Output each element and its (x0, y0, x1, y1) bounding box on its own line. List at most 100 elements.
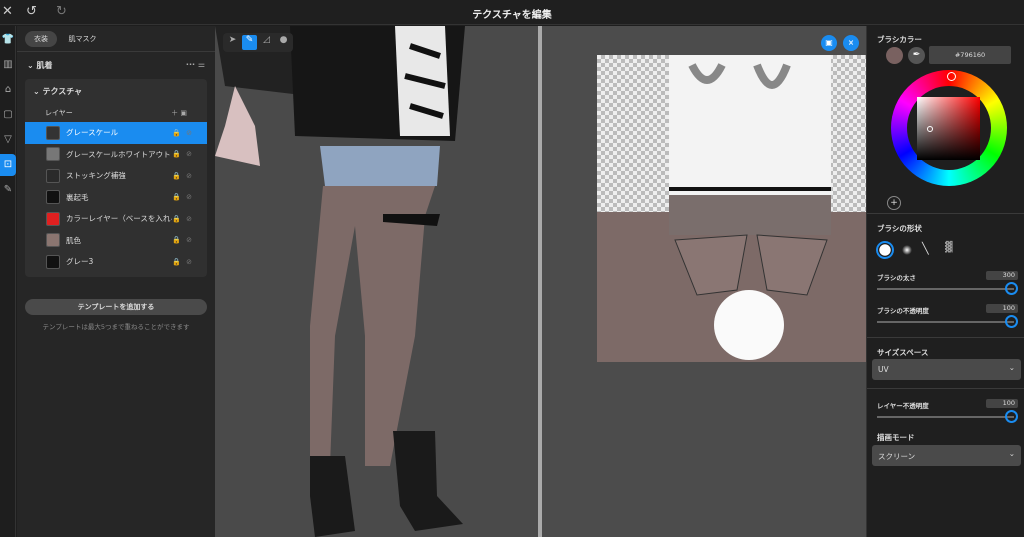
texture-header[interactable]: ⌄ テクスチャ (25, 79, 207, 104)
tab-skin-mask[interactable]: 肌マスク (60, 31, 106, 47)
eyedropper-icon[interactable]: ✒ (908, 47, 925, 64)
visibility-off-icon[interactable]: ⊘ (186, 150, 197, 158)
visibility-off-icon[interactable]: ⊘ (186, 193, 197, 201)
brush-color-label: ブラシカラー (877, 35, 922, 44)
add-template-button[interactable]: テンプレートを追加する (25, 298, 207, 315)
layer-thumbnail (46, 211, 60, 226)
layer-opacity-slider[interactable] (877, 410, 1018, 423)
layer-name: カラーレイヤー（ベースを入れる） (66, 214, 172, 224)
lock-icon[interactable]: 🔒 (172, 258, 186, 266)
layer-name: グレー3 (66, 257, 94, 267)
brush-opacity-label: ブラシの不透明度 (877, 307, 929, 315)
texture-brush-icon[interactable]: ▓ (945, 242, 953, 253)
layer-row[interactable]: グレースケールホワイトアウト 🔒⊘ (25, 144, 207, 166)
layer-name: グレースケール (66, 128, 119, 138)
line-brush-icon[interactable]: ╲ (922, 242, 929, 255)
brush-size-value[interactable]: 300 (986, 271, 1018, 280)
chevron-down-icon: ⌄ (1008, 363, 1015, 372)
lock-icon[interactable]: 🔒 (172, 236, 186, 244)
lock-icon[interactable]: 🔒 (172, 172, 186, 180)
lock-icon[interactable]: 🔒 (172, 129, 186, 137)
brush-opacity-value[interactable]: 100 (986, 304, 1018, 313)
pants-icon[interactable]: ▥ (0, 54, 16, 76)
lock-icon[interactable]: 🔒 (172, 150, 186, 158)
size-space-value: UV (878, 365, 889, 374)
layer-row[interactable]: カラーレイヤー（ベースを入れる）🔒⊘ (25, 208, 207, 230)
slider-knob[interactable] (1005, 282, 1018, 295)
layer-thumbnail (46, 233, 60, 248)
title-bar: ✕ ↺ ↻ テクスチャを編集 (0, 0, 1024, 25)
add-swatch-icon[interactable]: + (887, 196, 901, 210)
fit-view-icon[interactable]: ▣ (821, 35, 837, 51)
layer-row[interactable]: グレースケール 🔒⊘ (25, 122, 207, 144)
layer-row[interactable]: グレー3 🔒⊘ (25, 251, 207, 273)
brush-shape-label: ブラシの形状 (877, 224, 922, 233)
options-icon[interactable]: ··· ⚌ (186, 60, 205, 71)
layer-row[interactable]: 裏起毛 🔒⊘ (25, 187, 207, 209)
color-handle[interactable] (927, 126, 933, 132)
hue-handle[interactable] (947, 72, 956, 81)
3d-viewport[interactable]: ➤ ✎ ◿ ● (215, 26, 538, 537)
round-brush-icon[interactable] (876, 241, 894, 259)
page-title: テクスチャを編集 (472, 10, 552, 21)
tool-palette: ➤ ✎ ◿ ● (223, 33, 293, 52)
layer-thumbnail (46, 147, 60, 162)
texture-group: ⌄ テクスチャ レイヤー＋ ▣ グレースケール 🔒⊘ グレースケールホワイトアウト 🔒… (25, 79, 207, 277)
fill-icon[interactable]: ● (276, 35, 291, 50)
visibility-off-icon[interactable]: ⊘ (186, 129, 197, 137)
color-hex-input[interactable]: #796160 (929, 46, 1011, 64)
eraser-icon[interactable]: ◿ (259, 35, 274, 50)
uv-texture[interactable] (597, 55, 866, 362)
texture-title: テクスチャ (42, 87, 83, 96)
character-model (215, 26, 465, 537)
dress-icon[interactable]: ▢ (0, 104, 16, 126)
slider-knob[interactable] (1005, 315, 1018, 328)
layer-thumbnail (46, 168, 60, 183)
layer-name: 裏起毛 (66, 192, 89, 202)
visibility-off-icon[interactable]: ⊘ (186, 215, 197, 223)
layer-row[interactable]: ストッキング補強 🔒⊘ (25, 165, 207, 187)
chevron-down-icon: ⌄ (1008, 449, 1015, 458)
add-layer-icon[interactable]: ＋ ▣ (171, 108, 187, 118)
brush-size-slider[interactable] (877, 282, 1018, 295)
section-header[interactable]: ⌄ 肌着 (27, 60, 53, 71)
shirt-icon[interactable]: 👕 (0, 29, 16, 51)
mirror-icon[interactable]: ⩙ (843, 35, 859, 51)
texture-icon[interactable]: ⊡ (0, 154, 16, 176)
lock-icon[interactable]: 🔒 (172, 215, 186, 223)
lock-icon[interactable]: 🔒 (172, 193, 186, 201)
brush-size-label: ブラシの太さ (877, 274, 916, 282)
layer-name: グレースケールホワイトアウト (66, 149, 171, 159)
brush-color-swatch[interactable] (886, 47, 903, 64)
shoe-icon[interactable]: ⌂ (0, 79, 16, 101)
draw-mode-label: 描画モード (877, 433, 915, 442)
draw-mode-select[interactable]: スクリーン ⌄ (872, 445, 1021, 466)
brush-opacity-slider[interactable] (877, 315, 1018, 328)
size-space-label: サイズスペース (877, 348, 929, 357)
soft-brush-icon[interactable] (902, 245, 912, 255)
select-icon[interactable]: ➤ (225, 35, 240, 50)
category-rail: 👕 ▥ ⌂ ▢ ▽ ⊡ ✎ (0, 26, 16, 537)
uv-canvas[interactable]: ▣ ⩙ (542, 26, 866, 537)
layer-opacity-label: レイヤー不透明度 (877, 402, 929, 410)
brush-icon[interactable]: ✎ (0, 179, 16, 201)
brush-settings-panel: ブラシカラー ✒ #796160 + ブラシの形状 ╲ ▓ ブラシの太さ 300… (866, 26, 1024, 537)
layer-thumbnail (46, 254, 60, 269)
size-space-select[interactable]: UV ⌄ (872, 359, 1021, 380)
section-title: 肌着 (36, 61, 53, 70)
visibility-off-icon[interactable]: ⊘ (186, 172, 197, 180)
visibility-off-icon[interactable]: ⊘ (186, 236, 197, 244)
layer-name: ストッキング補強 (66, 171, 126, 181)
visibility-off-icon[interactable]: ⊘ (186, 258, 197, 266)
layer-opacity-value[interactable]: 100 (986, 399, 1018, 408)
tab-costume[interactable]: 衣装 (25, 31, 57, 47)
layer-panel: 衣装 肌マスク ⌄ 肌着 ··· ⚌ ⌄ テクスチャ レイヤー ＋ ▣ グレースケー… (17, 26, 215, 537)
layer-thumbnail (46, 190, 60, 205)
layers-label: レイヤー (45, 109, 73, 117)
layer-name: 肌色 (66, 235, 81, 245)
layer-thumbnail (46, 125, 60, 140)
layer-row[interactable]: 肌色 🔒⊘ (25, 230, 207, 252)
slider-knob[interactable] (1005, 410, 1018, 423)
pen-icon[interactable]: ✎ (242, 35, 257, 50)
underwear-icon[interactable]: ▽ (0, 129, 16, 151)
